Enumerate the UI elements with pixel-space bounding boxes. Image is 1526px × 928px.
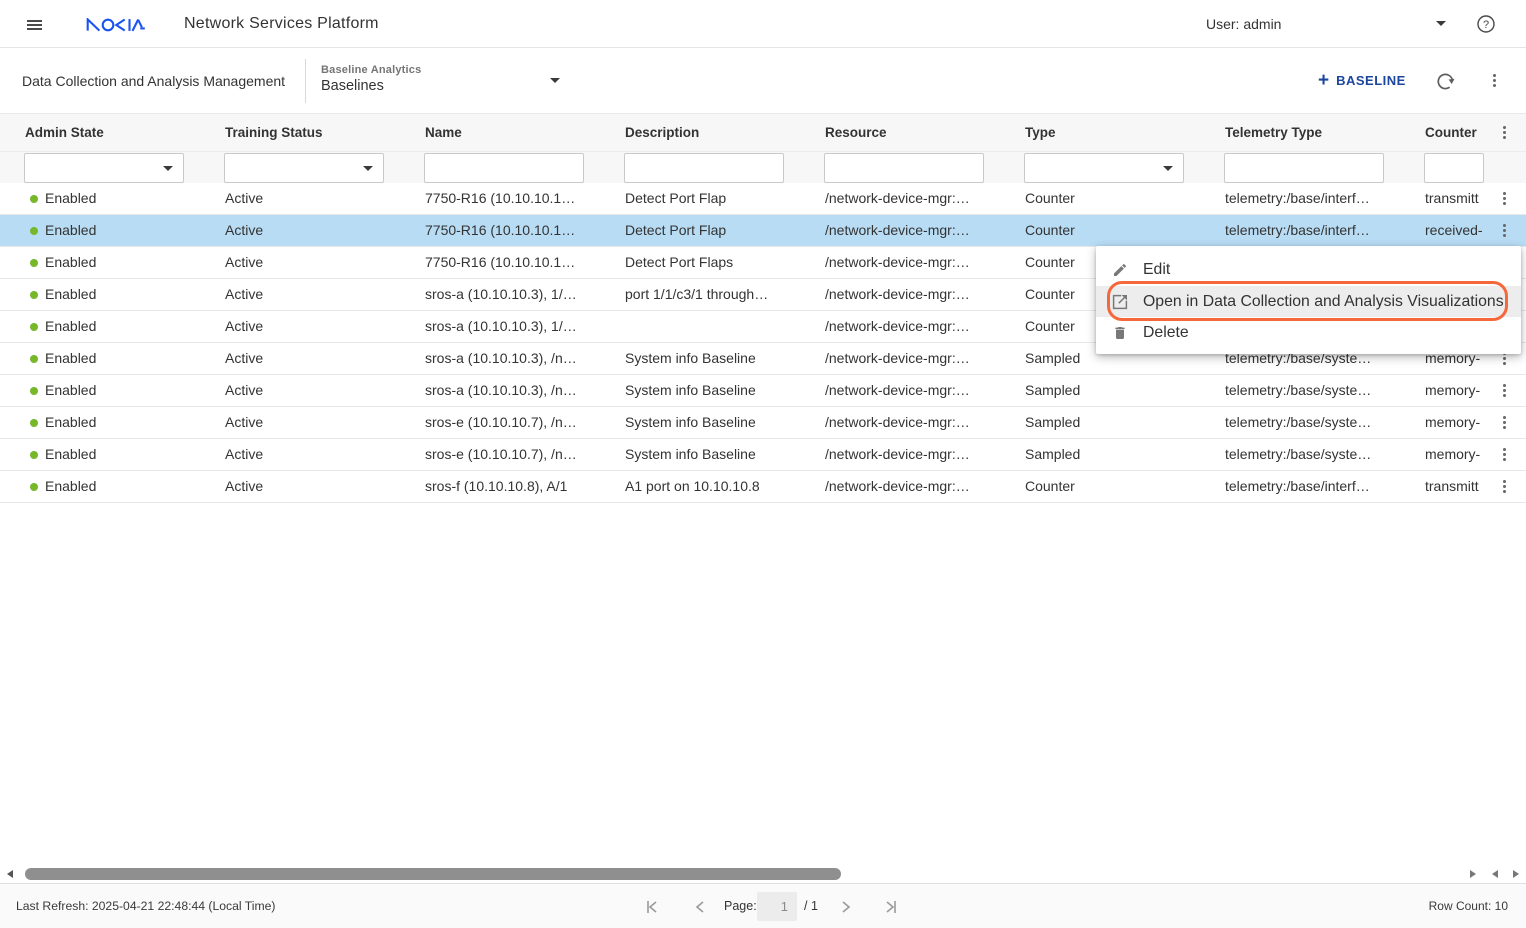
svg-text:?: ?: [1483, 19, 1489, 31]
